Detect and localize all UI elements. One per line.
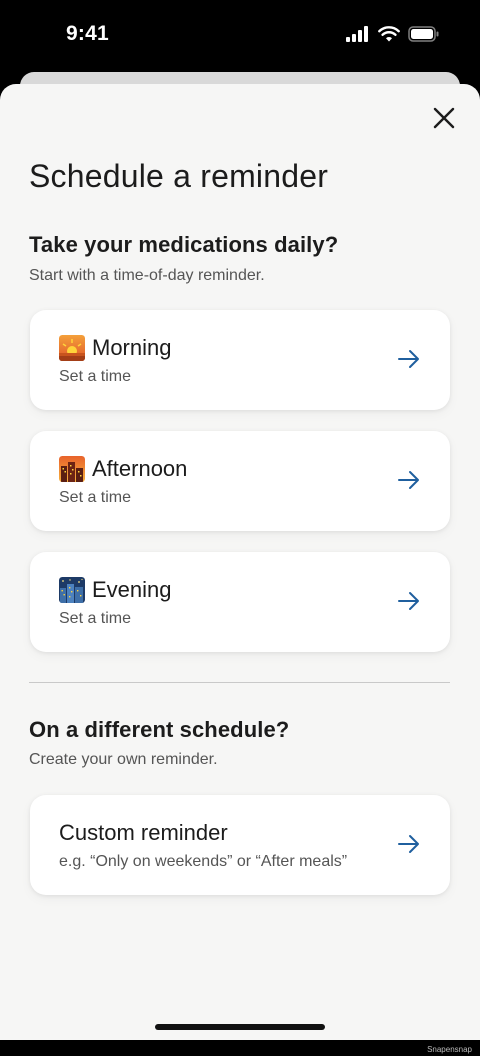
sunrise-icon (59, 335, 85, 361)
section-divider (29, 682, 450, 683)
evening-label: Evening (92, 577, 172, 602)
close-icon (433, 107, 455, 129)
wifi-icon (378, 26, 400, 47)
arrow-right-icon (398, 471, 419, 489)
daily-section-title: Take your medications daily? (29, 232, 339, 257)
night-city-icon (59, 577, 85, 603)
reminder-sheet: Schedule a reminder Take your medication… (0, 84, 480, 1040)
status-bar: 9:41 (0, 0, 480, 72)
battery-icon (408, 26, 440, 47)
city-sunset-icon (59, 456, 85, 482)
afternoon-reminder-card[interactable]: Afternoon Set a time (30, 431, 450, 531)
evening-reminder-card[interactable]: Evening Set a time (30, 552, 450, 652)
custom-reminder-subtitle: e.g. “Only on weekends” or “After meals” (59, 853, 348, 870)
custom-reminder-card[interactable]: Custom reminder e.g. “Only on weekends” … (30, 795, 450, 895)
arrow-right-icon (398, 592, 419, 610)
status-time: 9:41 (66, 22, 109, 45)
evening-subtitle: Set a time (59, 610, 132, 627)
home-indicator[interactable] (155, 1024, 325, 1030)
morning-label: Morning (92, 335, 172, 360)
custom-section-subtitle: Create your own reminder. (29, 751, 218, 768)
page-title: Schedule a reminder (29, 158, 329, 194)
custom-section-title: On a different schedule? (29, 717, 290, 742)
afternoon-subtitle: Set a time (59, 489, 132, 506)
morning-subtitle: Set a time (59, 368, 132, 385)
cellular-signal-icon (346, 26, 370, 47)
afternoon-label: Afternoon (92, 456, 188, 481)
watermark: Snapensnap (427, 1045, 472, 1054)
close-button[interactable] (430, 104, 458, 132)
daily-section-subtitle: Start with a time-of-day reminder. (29, 267, 265, 284)
morning-reminder-card[interactable]: Morning Set a time (30, 310, 450, 410)
status-icons (346, 26, 440, 47)
arrow-right-icon (398, 835, 419, 853)
custom-reminder-label: Custom reminder (59, 820, 228, 845)
arrow-right-icon (398, 350, 419, 368)
